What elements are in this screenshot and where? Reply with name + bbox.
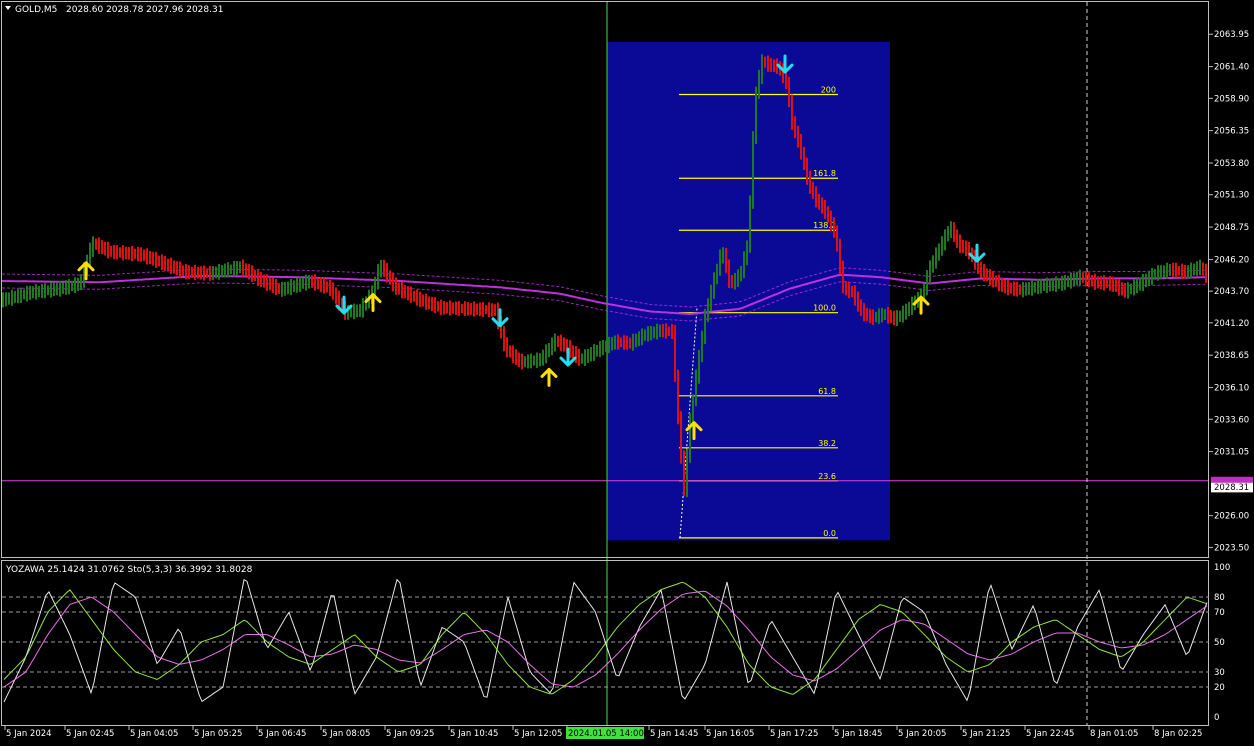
price-tick-label: 2023.50 [1214, 543, 1249, 553]
price-tick-label: 2058.90 [1214, 94, 1249, 104]
fib-level-label: 100.0 [813, 304, 836, 313]
price-tick-label: 2041.20 [1214, 319, 1249, 329]
time-tick-label: 5 Jan 21:25 [962, 729, 1010, 739]
time-tick-label: 5 Jan 14:45 [650, 729, 698, 739]
time-tick-label: 5 Jan 10:45 [450, 729, 498, 739]
oscillator-tick-label: 70 [1214, 608, 1225, 618]
fib-level-label: 61.8 [818, 387, 836, 396]
time-tick-label: 5 Jan 20:05 [898, 729, 946, 739]
price-tick-label: 2053.80 [1214, 159, 1249, 169]
oscillator-tick-label: 80 [1214, 593, 1225, 603]
oscillator-title: YOZAWA 25.1424 31.0762 Sto(5,3,3) 36.399… [5, 565, 253, 575]
time-tick-label: 5 Jan 17:25 [770, 729, 818, 739]
time-tick-label: 5 Jan 02:45 [66, 729, 114, 739]
fib-level-label: 138.2 [813, 221, 836, 230]
time-tick-label: 5 Jan 05:25 [194, 729, 242, 739]
price-tick-label: 2051.30 [1214, 191, 1249, 201]
price-tick-label: 2056.35 [1214, 127, 1249, 137]
price-chart[interactable]: 0.023.638.261.8100.0138.2161.8200 2063.9… [0, 0, 1254, 742]
price-line-marker [1211, 476, 1253, 483]
time-highlight-label: 2024.01.05 14:00 [568, 729, 644, 739]
price-tick-label: 2038.65 [1214, 351, 1249, 361]
time-tick-label: 5 Jan 06:45 [258, 729, 306, 739]
time-tick-label: 5 Jan 22:45 [1026, 729, 1074, 739]
ohlc-values: 2028.60 2028.78 2027.96 2028.31 [66, 5, 223, 15]
time-tick-label: 5 Jan 2024 [6, 729, 52, 739]
current-price-label: 2028.31 [1214, 483, 1249, 493]
trading-chart-window[interactable]: 0.0 23.6 38.2 61.8 100.0 138.2 161.8 200 2063.9… [0, 0, 1254, 742]
oscillator-tick-label: 100 [1214, 563, 1230, 573]
price-tick-label: 2036.10 [1214, 384, 1249, 394]
time-tick-label: 8 Jan 02:25 [1154, 729, 1202, 739]
fib-level-label: 38.2 [818, 439, 836, 448]
price-tick-label: 2046.20 [1214, 255, 1249, 265]
oscillator-tick-label: 30 [1214, 668, 1225, 678]
time-tick-label: 5 Jan 12:05 [514, 729, 562, 739]
time-tick-label: 5 Jan 18:45 [834, 729, 882, 739]
price-tick-label: 2063.95 [1214, 30, 1249, 40]
time-tick-label: 5 Jan 09:25 [386, 729, 434, 739]
oscillator-tick-label: 20 [1214, 683, 1225, 693]
fib-level-label: 23.6 [818, 472, 836, 481]
price-tick-label: 2033.60 [1214, 415, 1249, 425]
time-tick-label: 5 Jan 04:05 [130, 729, 178, 739]
price-tick-label: 2031.05 [1214, 448, 1249, 458]
price-tick-label: 2043.70 [1214, 287, 1249, 297]
price-tick-label: 2026.00 [1214, 512, 1249, 522]
price-tick-label: 2048.75 [1214, 223, 1249, 233]
fib-level-label: 200 [821, 86, 836, 95]
time-tick-label: 5 Jan 08:05 [322, 729, 370, 739]
fib-box [607, 41, 890, 541]
time-tick-label: 8 Jan 01:05 [1090, 729, 1138, 739]
symbol-label: GOLD,M5 [15, 5, 57, 15]
oscillator-tick-label: 0 [1214, 713, 1219, 723]
fib-level-label: 161.8 [813, 169, 836, 178]
fib-level-label: 0.0 [823, 529, 836, 538]
time-tick-label: 5 Jan 16:05 [706, 729, 754, 739]
price-tick-label: 2061.40 [1214, 63, 1249, 73]
oscillator-tick-label: 50 [1214, 638, 1225, 648]
